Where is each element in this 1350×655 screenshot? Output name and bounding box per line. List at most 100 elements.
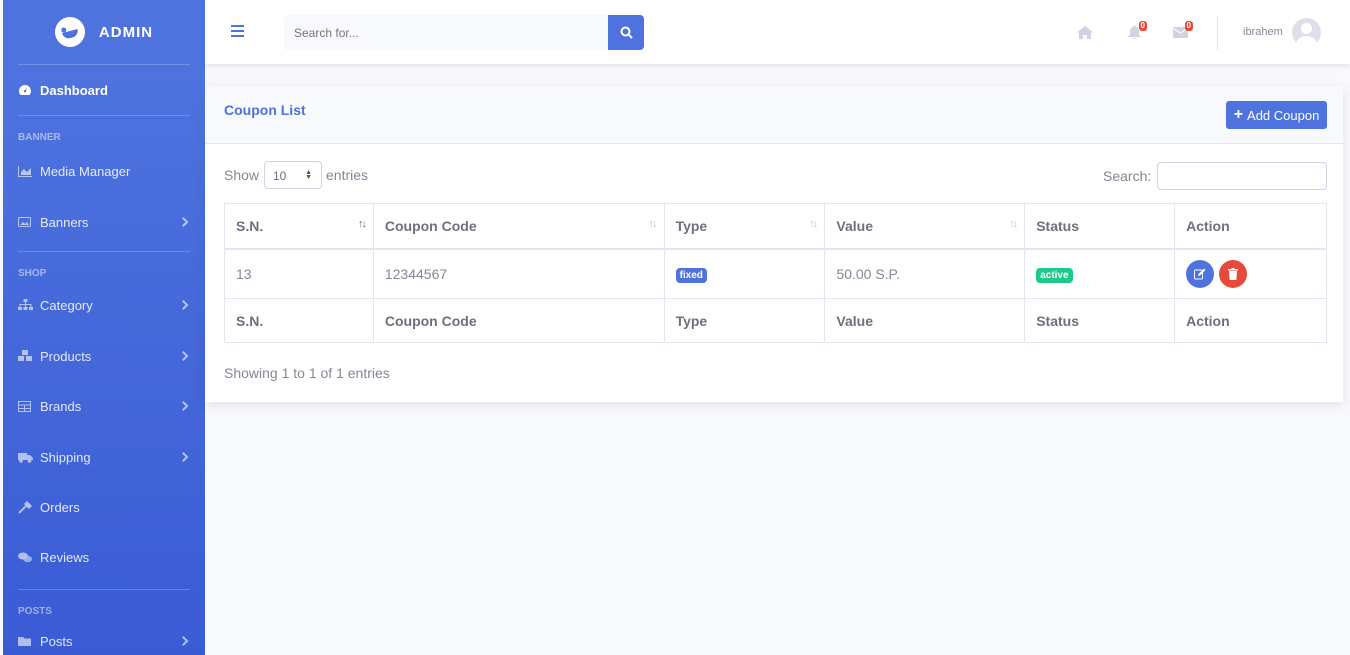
table-icon <box>18 400 40 412</box>
sidebar-item-media-manager[interactable]: Media Manager <box>3 149 205 193</box>
sidebar-item-label: Shipping <box>40 449 91 465</box>
truck-icon <box>18 452 40 463</box>
edit-button[interactable] <box>1186 259 1215 288</box>
entries-length-select[interactable]: 10 ▲ ▼ <box>264 161 322 189</box>
tachometer-icon <box>18 84 40 96</box>
delete-button[interactable] <box>1218 259 1247 288</box>
chart-area-icon <box>18 165 40 177</box>
add-coupon-button[interactable]: + Add Coupon <box>1226 101 1327 129</box>
card-header: Coupon List + Add Coupon <box>205 86 1343 144</box>
cell-sn: 13 <box>224 248 374 299</box>
table-footer-row: S.N. Coupon Code Type Value Status Actio… <box>224 298 1327 343</box>
table-search-input[interactable] <box>1157 162 1327 190</box>
sidebar-item-category[interactable]: Category <box>3 285 205 325</box>
sidebar-item-label: Dashboard <box>40 82 108 98</box>
column-header-coupon-code[interactable]: Coupon Code ↑↓ <box>372 203 665 250</box>
avatar[interactable] <box>1292 18 1321 47</box>
table-header-row: S.N. ↑↓ Coupon Code ↑↓ Type ↑↓ Value ↑↓ Stat… <box>224 203 1327 250</box>
envelope-icon[interactable]: 0 <box>1171 21 1193 41</box>
brand-name: ADMIN <box>98 23 154 41</box>
folder-icon <box>18 636 40 646</box>
notifications-badge: 0 <box>1138 21 1147 31</box>
chevron-right-icon <box>178 300 189 310</box>
footer-action: Action <box>1174 298 1327 343</box>
sidebar-item-shipping[interactable]: Shipping <box>3 425 205 489</box>
sidebar-item-label: Media Manager <box>40 163 131 179</box>
table-search-label: Search: <box>1103 168 1152 184</box>
footer-sn: S.N. <box>224 298 374 343</box>
trash-icon <box>1227 267 1238 280</box>
cell-type: fixed <box>663 248 826 299</box>
sidebar: ADMIN Dashboard BANNER Media Manager Ban… <box>3 0 205 655</box>
topbar: 0 0 ibrahem <box>205 0 1350 64</box>
sitemap-icon <box>18 299 40 311</box>
sidebar-heading-posts: POSTS <box>18 606 52 617</box>
select-arrows-icon: ▲ ▼ <box>305 169 312 181</box>
sidebar-item-label: Reviews <box>40 549 90 565</box>
footer-status: Status <box>1024 298 1176 343</box>
cubes-icon <box>18 350 40 362</box>
chevron-right-icon <box>178 401 189 411</box>
sidebar-brand[interactable]: ADMIN <box>3 0 205 64</box>
comments-icon <box>18 552 40 563</box>
topbar-search <box>284 15 644 50</box>
image-icon <box>18 217 40 227</box>
cell-coupon-code: 12344567 <box>372 248 665 299</box>
page-title: Coupon List <box>224 102 306 118</box>
messages-badge: 0 <box>1184 21 1193 31</box>
column-header-type[interactable]: Type ↑↓ <box>663 203 826 250</box>
sidebar-item-reviews[interactable]: Reviews <box>3 525 205 589</box>
search-button[interactable] <box>608 15 644 50</box>
sidebar-item-label: Orders <box>40 499 80 515</box>
column-header-status: Status <box>1024 203 1176 250</box>
cell-action <box>1174 248 1327 299</box>
entries-length-value: 10 <box>273 169 287 183</box>
sidebar-item-label: Products <box>40 348 92 364</box>
table-info: Showing 1 to 1 of 1 entries <box>224 365 390 381</box>
sidebar-item-dashboard[interactable]: Dashboard <box>3 65 205 115</box>
sidebar-item-label: Posts <box>40 633 73 649</box>
user-name[interactable]: ibrahem <box>1243 26 1283 38</box>
cell-status: active <box>1024 248 1176 299</box>
laugh-wink-icon <box>51 13 89 51</box>
column-header-value[interactable]: Value ↑↓ <box>824 203 1026 250</box>
sidebar-item-products[interactable]: Products <box>3 325 205 387</box>
home-icon[interactable] <box>1076 23 1094 41</box>
footer-coupon-code: Coupon Code <box>372 298 665 343</box>
sidebar-item-posts[interactable]: Posts <box>3 623 205 655</box>
sidebar-item-banners[interactable]: Banners <box>3 193 205 251</box>
cell-value: 50.00 S.P. <box>824 248 1026 299</box>
chevron-right-icon <box>178 452 189 462</box>
search-input[interactable] <box>284 15 608 50</box>
sort-icon: ↑↓ <box>1009 218 1018 230</box>
topbar-divider <box>1217 15 1218 50</box>
sidebar-item-orders[interactable]: Orders <box>3 489 205 525</box>
sidebar-item-label: Brands <box>40 398 82 414</box>
sidebar-toggle-icon[interactable] <box>231 25 244 40</box>
search-icon <box>620 26 633 39</box>
sort-icon: ↑↓ <box>648 218 658 230</box>
type-badge: fixed <box>675 267 707 283</box>
sidebar-heading-banner: BANNER <box>18 132 61 143</box>
status-badge: active <box>1036 267 1073 283</box>
sidebar-item-brands[interactable]: Brands <box>3 387 205 425</box>
entries-label: entries <box>326 167 369 183</box>
show-label: Show <box>224 167 260 183</box>
sidebar-item-label: Category <box>40 297 93 313</box>
table-row: 13 12344567 fixed 50.00 S.P. active <box>224 248 1327 299</box>
hammer-icon <box>18 500 40 514</box>
column-header-action: Action <box>1174 203 1327 250</box>
bell-icon[interactable]: 0 <box>1125 21 1147 41</box>
chevron-right-icon <box>178 217 189 227</box>
chevron-right-icon <box>178 351 189 361</box>
add-coupon-label: Add Coupon <box>1247 107 1320 123</box>
footer-type: Type <box>663 298 826 343</box>
sidebar-item-label: Banners <box>40 214 89 230</box>
plus-icon: + <box>1233 106 1244 123</box>
edit-icon <box>1194 268 1206 280</box>
chevron-right-icon <box>178 636 189 646</box>
coupon-card: Coupon List + Add Coupon Show 10 ▲ ▼ entr… <box>205 86 1343 402</box>
sort-icon: ↑↓ <box>809 218 818 230</box>
sort-icon: ↑↓ <box>357 218 367 230</box>
column-header-sn[interactable]: S.N. ↑↓ <box>224 203 374 250</box>
